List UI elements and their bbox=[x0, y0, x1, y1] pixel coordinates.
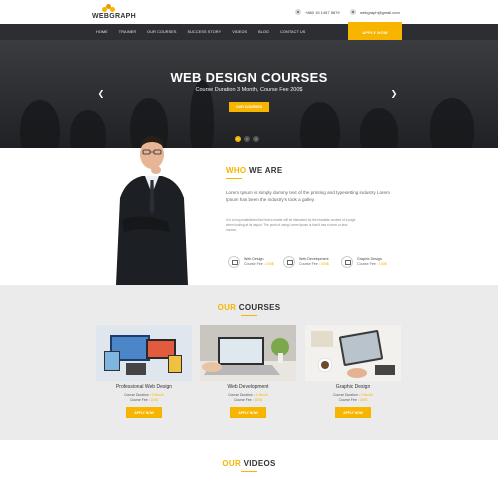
nav-item-blog[interactable]: BLOG bbox=[258, 30, 269, 34]
hero-slider: WEB DESIGN COURSES Course Duration 3 Mon… bbox=[0, 40, 498, 148]
hero-background-figure bbox=[20, 100, 60, 148]
course-card: Professional Web Design Course Duration … bbox=[96, 325, 192, 431]
our-courses-section: OUR COURSES Professional Web Design Cour… bbox=[0, 285, 498, 440]
course-card: Web Development Course Duration : 4 Mont… bbox=[200, 325, 296, 431]
hero-background-figure bbox=[360, 108, 398, 148]
logo-text: WEBGRAPH bbox=[92, 13, 137, 20]
apply-now-button[interactable]: APPLY NOW bbox=[126, 407, 162, 418]
who-we-are-section: WHO WE ARE Lorem Ipsum is simply dummy t… bbox=[0, 136, 498, 285]
title-underline bbox=[226, 178, 242, 179]
code-icon bbox=[283, 256, 295, 268]
apply-now-button[interactable]: APPLY NOW bbox=[348, 22, 402, 42]
feature-web-design: Web Design Course Fee : 200$ bbox=[228, 254, 274, 270]
title-underline bbox=[241, 471, 257, 472]
course-image-graphic-design[interactable] bbox=[305, 325, 401, 381]
course-card: Graphic Design Course Duration : 3 Month… bbox=[305, 325, 401, 431]
our-courses-title: OUR COURSES bbox=[217, 303, 281, 312]
who-we-are-title: WHO WE ARE bbox=[226, 166, 283, 175]
slider-pagination: 1 2 3 bbox=[235, 136, 262, 142]
chevron-left-icon[interactable]: ❮ bbox=[96, 89, 106, 99]
phone-icon bbox=[295, 9, 301, 15]
nav-item-success-story[interactable]: SUCCESS STORY bbox=[188, 30, 222, 34]
course-meta: Course Duration : 3 Month Course Fee : 1… bbox=[333, 393, 373, 402]
businessman-image bbox=[116, 136, 188, 285]
who-we-are-intro: Lorem Ipsum is simply dummy text of the … bbox=[226, 190, 390, 202]
hero-background-figure bbox=[430, 98, 474, 148]
course-meta: Course Duration : 3 Month Course Fee : 2… bbox=[124, 393, 164, 402]
nav-item-videos[interactable]: VIDEOS bbox=[232, 30, 247, 34]
our-videos-title: OUR VIDEOS bbox=[222, 459, 276, 468]
our-videos-section: OUR VIDEOS bbox=[0, 440, 498, 481]
chevron-right-icon[interactable]: ❯ bbox=[389, 89, 399, 99]
slide-dot[interactable]: 1 bbox=[235, 136, 241, 142]
our-courses-button[interactable]: OUR COURSES bbox=[229, 102, 269, 112]
phone-contact: +880 15 1457 5879 bbox=[295, 9, 340, 15]
title-underline bbox=[241, 315, 257, 316]
nav-item-contact-us[interactable]: CONTACT US bbox=[280, 30, 305, 34]
hero-background-figure bbox=[70, 110, 106, 148]
nav-item-our-courses[interactable]: OUR COURSES bbox=[147, 30, 176, 34]
course-title: Professional Web Design bbox=[115, 384, 173, 390]
monitor-icon bbox=[228, 256, 240, 268]
feature-web-development: Web Development Course Fee : 300$ bbox=[283, 254, 329, 270]
course-image-web-development[interactable] bbox=[200, 325, 296, 381]
apply-now-button[interactable]: APPLY NOW bbox=[335, 407, 371, 418]
email-address[interactable]: webgraph@gmail.com bbox=[360, 10, 400, 15]
hero-background-figure bbox=[300, 102, 340, 148]
who-we-are-description: It is a long established fact that a rea… bbox=[226, 218, 356, 232]
apply-now-button[interactable]: APPLY NOW bbox=[230, 407, 266, 418]
course-title: Web Development bbox=[227, 384, 269, 390]
slide-dot[interactable]: 2 bbox=[244, 136, 250, 142]
nav-item-trainer[interactable]: TRAINER bbox=[119, 30, 136, 34]
course-image-web-design[interactable] bbox=[96, 325, 192, 381]
course-meta: Course Duration : 4 Month Course Fee : 3… bbox=[228, 393, 268, 402]
main-nav: HOME TRAINER OUR COURSES SUCCESS STORY V… bbox=[0, 24, 498, 40]
course-title: Graphic Design bbox=[335, 384, 371, 390]
email-icon bbox=[350, 9, 356, 15]
slide-dot[interactable]: 3 bbox=[253, 136, 259, 142]
phone-number: +880 15 1457 5879 bbox=[305, 9, 340, 15]
hero-title: WEB DESIGN COURSES bbox=[170, 70, 328, 85]
top-bar: WEBGRAPH +880 15 1457 5879 webgraph@gmai… bbox=[0, 0, 498, 24]
palette-icon bbox=[341, 256, 353, 268]
logo[interactable]: WEBGRAPH bbox=[92, 4, 152, 22]
nav-item-home[interactable]: HOME bbox=[96, 30, 108, 34]
hero-subtitle: Course Duration 3 Month, Course Fee 200$ bbox=[195, 87, 303, 93]
email-contact[interactable]: webgraph@gmail.com bbox=[350, 9, 400, 15]
feature-graphic-design: Graphic Design Course Fee : 150$ bbox=[341, 254, 387, 270]
